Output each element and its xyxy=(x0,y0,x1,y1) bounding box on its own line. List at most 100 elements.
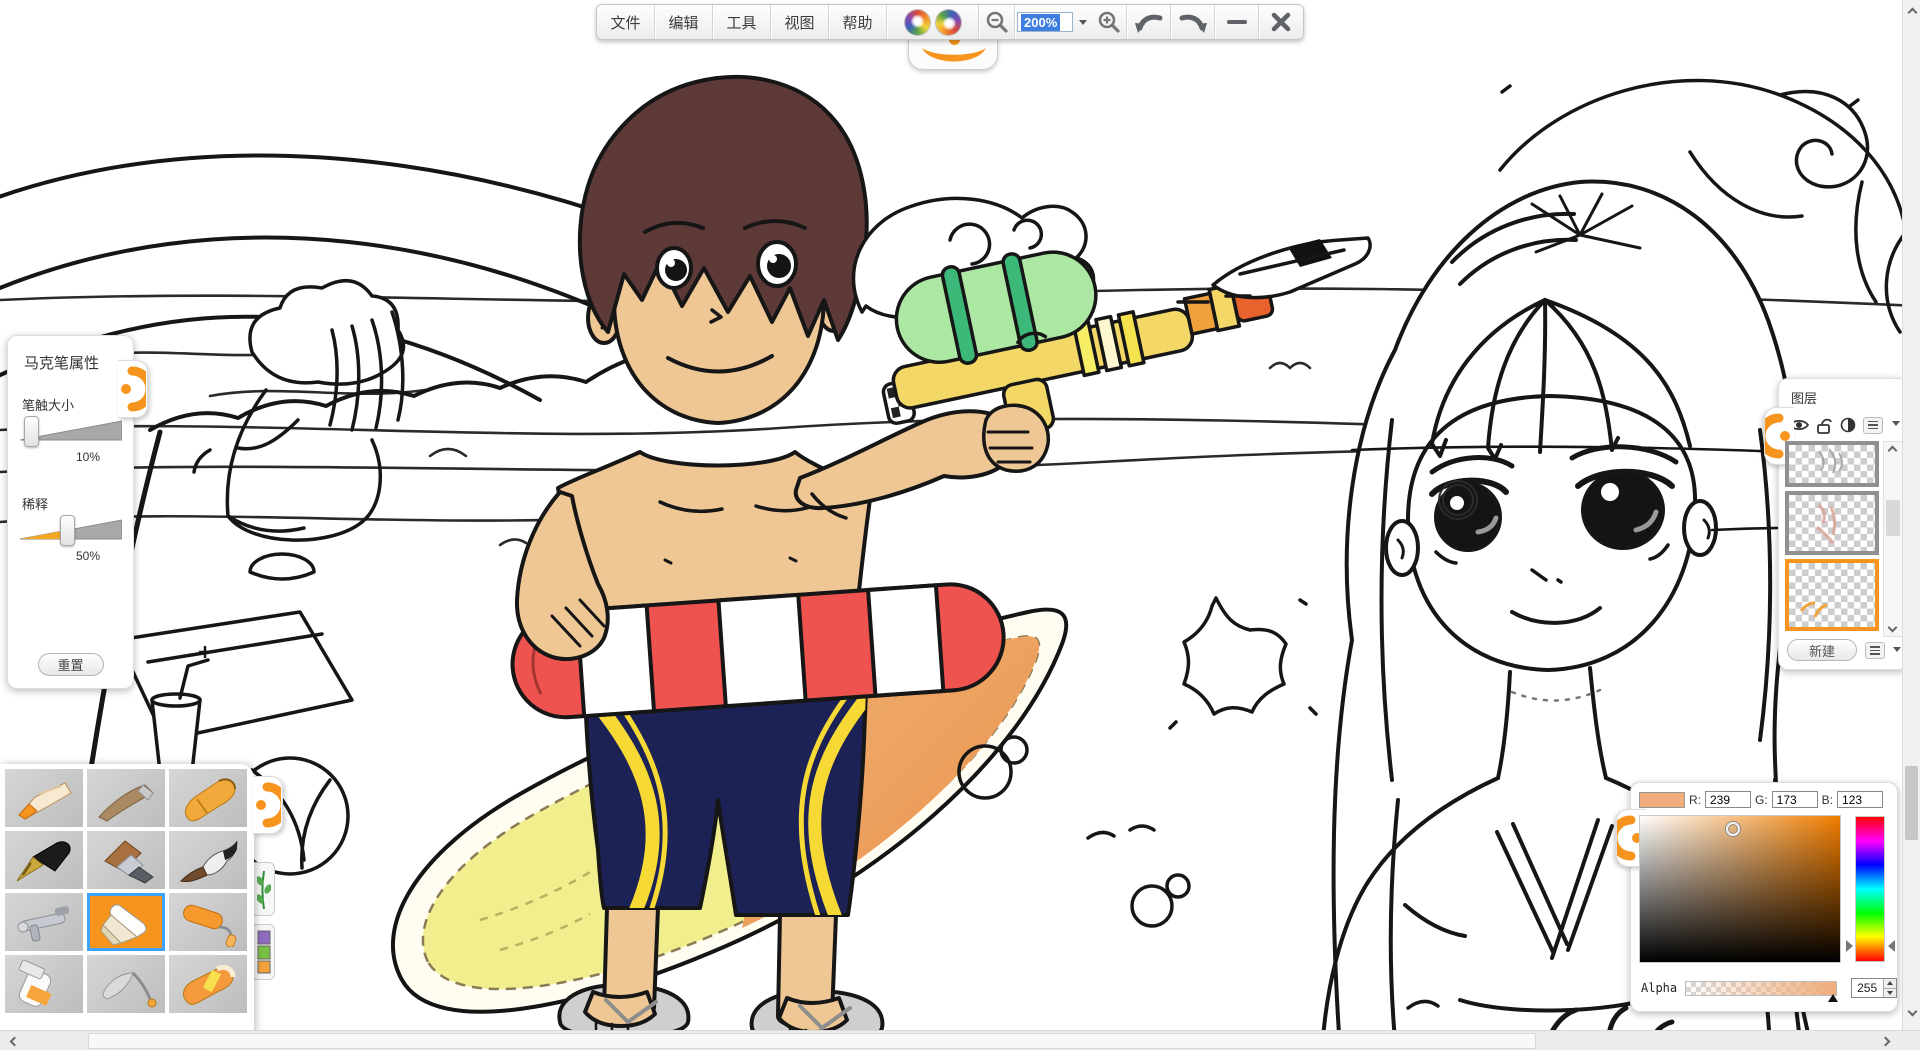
fountain-pen-icon xyxy=(9,835,79,885)
redo-arrow-icon xyxy=(1178,9,1208,35)
panel-collapse-handle[interactable] xyxy=(118,360,148,418)
marker-properties-panel: 马克笔属性 笔触大小 10% 稀释 50% 重置 xyxy=(7,335,134,689)
scroll-up-button[interactable] xyxy=(1907,6,1917,16)
undo-button[interactable] xyxy=(1127,5,1171,39)
green-label: G: xyxy=(1755,793,1768,807)
hue-bar[interactable] xyxy=(1855,816,1885,962)
alpha-spinner[interactable]: 255 xyxy=(1851,978,1897,998)
wax-crayon-icon xyxy=(173,959,243,1009)
brush-size-thumb[interactable] xyxy=(24,416,39,447)
alpha-slider-marker[interactable] xyxy=(1828,994,1838,1002)
minus-icon xyxy=(1227,18,1247,26)
layers-scroll-thumb[interactable] xyxy=(1886,500,1900,536)
saturation-value-field[interactable] xyxy=(1639,815,1841,963)
picture-stamp-tab[interactable] xyxy=(253,924,275,980)
cross-icon xyxy=(1271,12,1291,32)
paint-tube-icon xyxy=(9,959,79,1009)
horizontal-scrollbar[interactable] xyxy=(0,1030,1920,1050)
tool-pastel-stick[interactable] xyxy=(87,769,165,827)
layer-thumbnail-2[interactable] xyxy=(1785,491,1879,555)
menu-tools[interactable]: 工具 xyxy=(713,5,771,39)
dilute-thumb[interactable] xyxy=(60,515,75,546)
layers-title: 图层 xyxy=(1791,388,1907,407)
clown-smile-icon xyxy=(919,46,989,68)
alpha-slider[interactable] xyxy=(1685,981,1837,996)
tool-paint-roller[interactable] xyxy=(169,893,247,951)
minimize-button[interactable] xyxy=(1215,5,1259,39)
blue-input[interactable] xyxy=(1837,791,1883,808)
close-button[interactable] xyxy=(1259,5,1303,39)
reset-button[interactable]: 重置 xyxy=(38,653,104,676)
hue-arrow-right-icon[interactable] xyxy=(1888,940,1895,952)
clown-mouth-tab[interactable] xyxy=(908,38,998,70)
tool-airbrush[interactable] xyxy=(5,893,83,951)
zoom-level-input[interactable]: 200% xyxy=(1017,12,1073,32)
clown-eye-left-icon xyxy=(905,10,930,35)
scroll-left-button[interactable] xyxy=(4,1035,22,1047)
scroll-down-icon[interactable] xyxy=(1888,623,1898,633)
palette-collapse-handle[interactable] xyxy=(253,776,283,834)
clown-face-icon xyxy=(887,5,979,39)
tool-colored-pencil[interactable] xyxy=(5,769,83,827)
ink-brush-icon xyxy=(173,835,243,885)
tool-crayon[interactable] xyxy=(169,769,247,827)
brush-tool-palette xyxy=(0,764,254,1036)
horizontal-scroll-thumb[interactable] xyxy=(88,1033,1536,1049)
tool-wax-crayon[interactable] xyxy=(169,955,247,1013)
layer-thumbnail-1[interactable] xyxy=(1785,441,1879,487)
red-label: R: xyxy=(1689,793,1701,807)
tool-marker[interactable] xyxy=(87,893,165,951)
unlock-padlock-icon[interactable] xyxy=(1816,417,1833,434)
layer-thumbnail-3[interactable] xyxy=(1785,559,1879,631)
zoom-in-button[interactable] xyxy=(1091,5,1127,39)
blend-half-circle-icon[interactable] xyxy=(1840,417,1856,433)
plant-icon xyxy=(257,867,271,911)
hue-arrow-left-icon[interactable] xyxy=(1846,940,1853,952)
undo-arrow-icon xyxy=(1134,9,1164,35)
sv-picker-ring[interactable] xyxy=(1726,822,1740,836)
new-layer-button[interactable]: 新建 xyxy=(1787,639,1857,661)
layers-scrollbar[interactable] xyxy=(1883,441,1903,637)
zoom-out-button[interactable] xyxy=(979,5,1015,39)
layer-menu-caret[interactable] xyxy=(1890,415,1900,435)
vertical-scrollbar[interactable] xyxy=(1902,0,1920,1030)
tool-fountain-pen[interactable] xyxy=(5,831,83,889)
redo-button[interactable] xyxy=(1171,5,1215,39)
palette-knife-icon xyxy=(91,959,161,1009)
alpha-spin-up[interactable] xyxy=(1884,979,1896,989)
scroll-up-icon[interactable] xyxy=(1888,446,1898,456)
tool-paint-tube[interactable] xyxy=(5,955,83,1013)
menu-file[interactable]: 文件 xyxy=(597,5,655,39)
orange-handle-icon xyxy=(253,777,281,833)
panel-title: 马克笔属性 xyxy=(24,352,133,373)
brush-size-value: 10% xyxy=(8,450,100,464)
alpha-label: Alpha xyxy=(1641,981,1677,995)
airbrush-icon xyxy=(9,897,79,947)
alpha-spin-down[interactable] xyxy=(1884,989,1896,998)
menu-help[interactable]: 帮助 xyxy=(829,5,887,39)
tool-ink-brush[interactable] xyxy=(169,831,247,889)
brush-size-slider[interactable] xyxy=(20,418,122,448)
scroll-down-button[interactable] xyxy=(1907,1008,1917,1018)
kneeling-person xyxy=(194,281,403,540)
magnifier-plus-icon xyxy=(1097,10,1121,34)
menu-view[interactable]: 视图 xyxy=(771,5,829,39)
layers-options-icon[interactable] xyxy=(1865,642,1885,659)
brush-size-label: 笔触大小 xyxy=(22,395,133,414)
dilute-label: 稀释 xyxy=(22,494,133,513)
tool-palette-knife[interactable] xyxy=(87,955,165,1013)
zoom-level-value: 200% xyxy=(1021,14,1060,31)
scroll-right-button[interactable] xyxy=(1878,1035,1896,1047)
plant-stamp-tab[interactable] xyxy=(253,862,275,916)
blue-label: B: xyxy=(1822,793,1833,807)
main-toolbar: 文件 编辑 工具 视图 帮助 200% xyxy=(596,4,1304,40)
red-input[interactable] xyxy=(1705,791,1751,808)
zoom-dropdown-caret[interactable] xyxy=(1075,5,1091,39)
vertical-scroll-thumb[interactable] xyxy=(1905,766,1918,840)
layers-options-caret[interactable] xyxy=(1891,641,1901,661)
tool-flat-brush[interactable] xyxy=(87,831,165,889)
menu-edit[interactable]: 编辑 xyxy=(655,5,713,39)
layer-menu-list-icon[interactable] xyxy=(1863,417,1883,434)
dilute-slider[interactable] xyxy=(20,517,122,547)
green-input[interactable] xyxy=(1772,791,1818,808)
